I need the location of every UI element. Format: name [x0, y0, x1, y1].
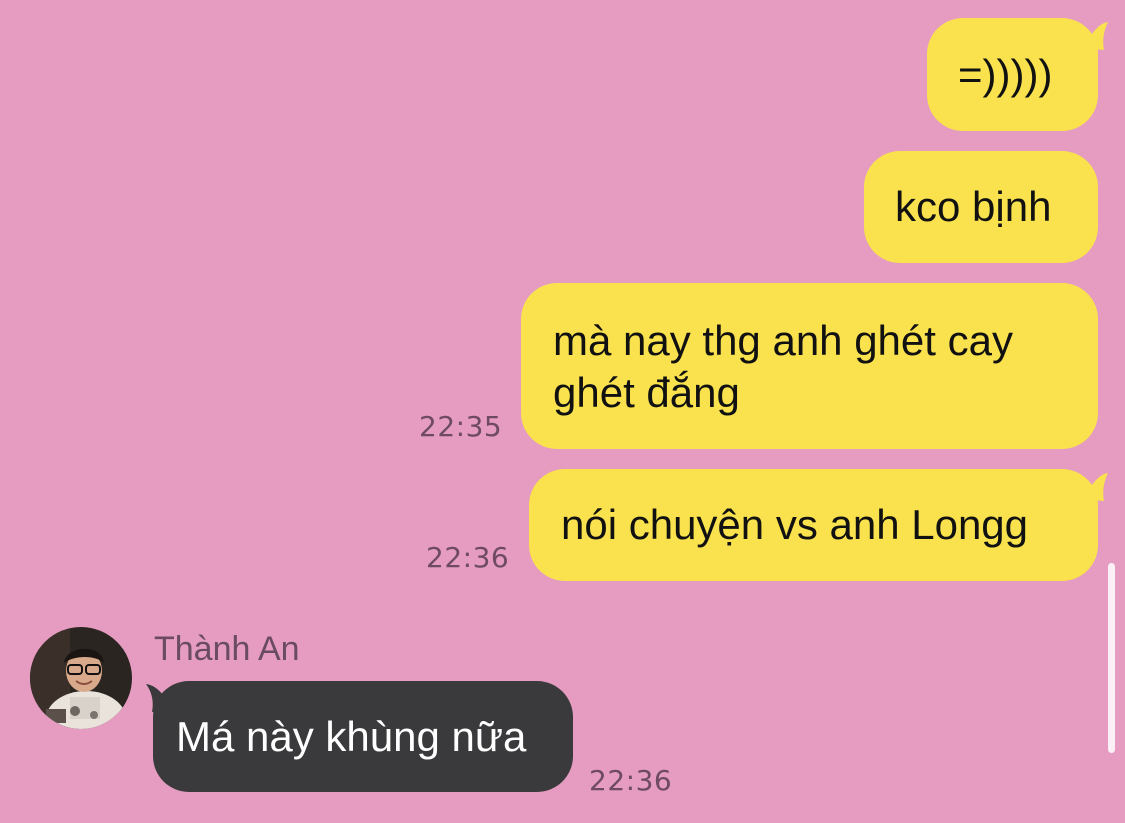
scrollbar[interactable] — [1108, 563, 1115, 753]
message-text-line: mà nay thg anh ghét cay — [553, 317, 1013, 364]
chat-thread[interactable]: =))))) kco bịnh 22:35 mà nay thg anh ghé… — [0, 0, 1125, 823]
bubble-tail — [1082, 473, 1108, 501]
incoming-message-bubble[interactable]: Má này khùng nữa — [153, 681, 573, 792]
message-timestamp: 22:36 — [426, 541, 510, 574]
message-timestamp: 22:36 — [589, 764, 673, 797]
sender-name: Thành An — [154, 630, 300, 668]
avatar-photo-icon — [30, 627, 132, 729]
message-text: nói chuyện vs anh Longg — [561, 501, 1029, 548]
sender-avatar[interactable] — [30, 627, 132, 729]
outgoing-message-bubble[interactable]: nói chuyện vs anh Longg — [529, 469, 1098, 581]
message-timestamp: 22:35 — [419, 410, 503, 443]
message-text: Má này khùng nữa — [176, 713, 527, 760]
outgoing-message-bubble[interactable]: mà nay thg anh ghét cay ghét đắng — [521, 283, 1098, 449]
message-text: kco bịnh — [895, 183, 1052, 230]
bubble-tail — [1082, 22, 1108, 50]
outgoing-message-bubble[interactable]: kco bịnh — [864, 151, 1098, 263]
outgoing-message-bubble[interactable]: =))))) — [927, 18, 1098, 131]
message-text-line: ghét đắng — [553, 369, 740, 416]
message-text: =))))) — [958, 51, 1053, 98]
